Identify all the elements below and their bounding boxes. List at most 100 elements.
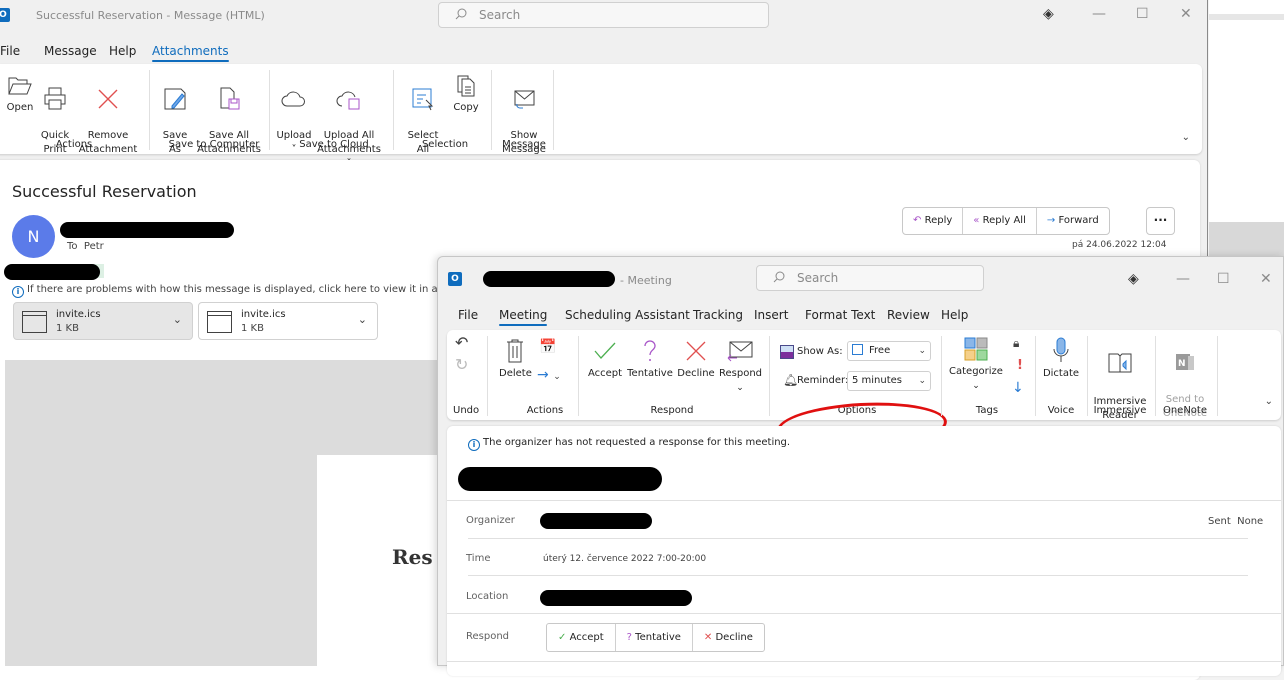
envelope-reply-icon [727,341,753,362]
group-separator [149,70,150,150]
move-arrow-button[interactable]: → ⌄ [537,368,561,384]
tab-meeting[interactable]: Meeting [499,308,548,326]
chevron-down-icon: ⌄ [918,376,926,386]
divider [447,500,1281,501]
tab-insert[interactable]: Insert [754,308,788,322]
show-as-dropdown[interactable]: Free ⌄ [847,341,931,361]
tab-tracking[interactable]: Tracking [693,308,743,322]
premium-diamond-icon[interactable]: ◈ [1043,6,1054,22]
upload-all-attachments-button[interactable]: Upload All Attachments ˅ [316,72,382,171]
reminder-dropdown[interactable]: 5 minutes ⌄ [847,371,931,391]
show-as-label: Show As: [797,346,843,357]
group-separator [1087,336,1088,416]
tab-review[interactable]: Review [887,308,930,322]
decline-x-icon: ✕ [703,632,713,643]
bell-icon: 🔔︎ [783,373,799,387]
open-button[interactable]: Open [4,72,36,115]
forward-button[interactable]: → Forward [1037,208,1109,234]
chevron-down-icon[interactable]: ⌄ [358,313,367,326]
dictate-button[interactable]: Dictate [1041,336,1081,381]
info-icon: i [12,286,24,298]
accept-ribbon-button[interactable]: Accept [587,338,623,381]
tab-file[interactable]: File [0,44,20,58]
group-separator [1155,336,1156,416]
group-separator [487,336,488,416]
tab-message[interactable]: Message [44,44,97,58]
save-all-icon [220,87,240,110]
delete-button[interactable]: Delete [499,338,532,381]
attachment-name: invite.ics [241,309,286,320]
group-separator [1035,336,1036,416]
free-status-icon [852,344,863,355]
minimize-button[interactable]: — [1092,6,1106,22]
meeting-search-input[interactable]: Search [756,265,984,291]
redo-button[interactable]: ↻ [455,357,468,373]
redacted-location [540,590,692,606]
group-label-save-to-computer: Save to Computer [168,139,260,150]
tab-format-text[interactable]: Format Text [805,308,875,322]
info-icon: i [468,439,480,451]
cloud-save-icon [336,91,360,110]
close-button[interactable]: ✕ [1260,271,1272,287]
group-label-actions: Actions [526,405,564,416]
private-lock-icon[interactable]: 🔒︎ [1013,336,1019,351]
select-all-icon [412,88,434,111]
maximize-button[interactable]: ☐ [1136,6,1149,22]
group-label-message: Message [502,139,546,150]
reply-button[interactable]: ↶ Reply [903,208,964,234]
reply-icon: ↶ [913,215,922,226]
maximize-button[interactable]: ☐ [1217,271,1230,287]
calendar-move-icon[interactable]: 📅 [539,340,556,354]
search-placeholder: Search [479,8,521,22]
group-separator [578,336,579,416]
more-actions-button[interactable]: ··· [1146,207,1175,235]
respond-ribbon-button[interactable]: Respond ⌄ [719,338,762,395]
reply-all-button[interactable]: « Reply All [963,208,1037,234]
avatar[interactable]: N [12,215,55,258]
tab-help[interactable]: Help [941,308,968,322]
group-separator [393,70,394,150]
attachment-item[interactable]: invite.ics 1 KB ⌄ [13,302,193,340]
redacted-organizer [540,513,652,529]
display-problem-notice[interactable]: i If there are problems with how this mes… [12,284,471,298]
search-input[interactable]: Search [438,2,769,28]
group-label-respond: Respond [650,405,694,416]
undo-button[interactable]: ↶ [455,335,468,351]
chevron-down-icon: ⌄ [918,346,926,356]
high-importance-icon[interactable]: ! [1017,358,1023,373]
accept-button[interactable]: ✓ Accept [547,624,616,651]
divider [468,575,1248,576]
attachment-item[interactable]: invite.ics 1 KB ⌄ [198,302,378,340]
tentative-ribbon-button[interactable]: Tentative [627,338,673,381]
tab-attachments[interactable]: Attachments [152,44,229,62]
close-button[interactable]: ✕ [1180,6,1192,22]
divider [468,538,1248,539]
copy-button[interactable]: Copy [449,72,483,115]
premium-diamond-icon[interactable]: ◈ [1128,271,1139,287]
decline-ribbon-button[interactable]: Decline [677,338,715,381]
ribbon-collapse-chevron-icon[interactable]: ⌄ [1182,132,1190,143]
categorize-button[interactable]: Categorize ⌄ [947,336,1005,393]
redacted-sender [60,222,234,238]
ribbon-collapse-chevron-icon[interactable]: ⌄ [1265,396,1273,407]
tab-scheduling-assistant[interactable]: Scheduling Assistant [565,308,690,322]
chevron-down-icon[interactable]: ⌄ [173,313,182,326]
attachment-size: 1 KB [241,323,264,334]
group-separator [553,70,554,150]
group-separator [769,336,770,416]
group-label-save-to-cloud: Save to Cloud [299,139,369,150]
calendar-file-icon [207,311,232,333]
minimize-button[interactable]: — [1176,271,1190,287]
meeting-window: O - Meeting Search ◈ — ☐ ✕ File Meeting … [437,256,1284,676]
body-heading: Res [392,545,433,569]
tab-file[interactable]: File [458,308,478,322]
low-importance-icon[interactable]: ↓ [1012,380,1024,396]
tab-help[interactable]: Help [109,44,136,58]
respond-buttons: ✓ Accept ? Tentative ✕ Decline [546,623,765,652]
organizer-label: Organizer [466,515,515,526]
attachment-size: 1 KB [56,323,79,334]
recipient-name[interactable]: Petr [84,241,104,252]
tentative-button[interactable]: ? Tentative [616,624,693,651]
decline-button[interactable]: ✕ Decline [693,624,764,651]
svg-text:N: N [1178,359,1186,369]
